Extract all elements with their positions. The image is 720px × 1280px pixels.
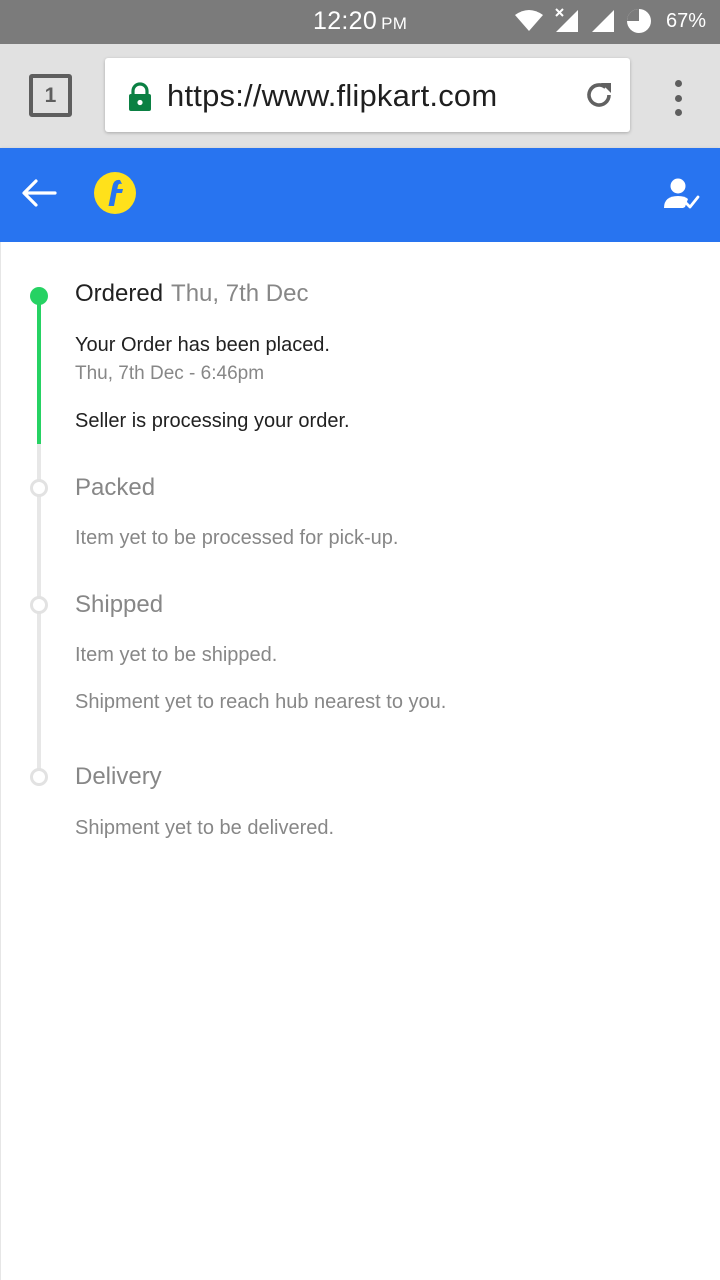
stage-ordered-date: Thu, 7th Dec xyxy=(171,280,309,307)
menu-dot xyxy=(674,80,682,87)
stage-ordered-title: Ordered Thu, 7th Dec xyxy=(75,280,308,308)
status-dot-delivery xyxy=(30,768,48,786)
signal-no-data-icon xyxy=(555,8,578,32)
wifi-icon xyxy=(514,10,543,31)
status-dot-packed xyxy=(30,479,48,497)
signal-icon xyxy=(591,10,614,32)
progress-line-completed xyxy=(37,294,41,444)
shipped-message: Item yet to be shipped. xyxy=(75,644,278,666)
delivery-message: Shipment yet to be delivered. xyxy=(75,817,335,839)
stage-shipped-title: Shipped xyxy=(75,591,164,618)
address-bar[interactable]: https://www.flipkart.com xyxy=(105,58,630,132)
tab-switcher-button[interactable]: 1 xyxy=(29,74,72,117)
status-time-value: 12:20 xyxy=(313,7,378,35)
stage-packed-title: Packed xyxy=(75,474,156,501)
browser-toolbar: 1 https://www.flipkart.com xyxy=(0,44,720,148)
status-bar: 12:20 PM 67% xyxy=(0,0,720,44)
stage-ordered-label: Ordered xyxy=(75,280,164,307)
status-time: 12:20 PM xyxy=(313,7,407,36)
flipkart-logo-icon[interactable] xyxy=(93,171,137,215)
status-dot-shipped xyxy=(30,596,48,614)
order-tracking: Ordered Thu, 7th Dec Your Order has been … xyxy=(0,242,720,1280)
status-time-ampm: PM xyxy=(381,14,408,33)
account-verified-icon[interactable] xyxy=(664,177,700,211)
shipped-hub-message: Shipment yet to reach hub nearest to you… xyxy=(75,691,447,713)
ordered-message: Your Order has been placed. xyxy=(75,334,330,356)
status-icons: 67% xyxy=(514,8,706,34)
reload-icon[interactable] xyxy=(582,78,616,112)
stage-delivery-title: Delivery xyxy=(75,763,162,790)
app-header xyxy=(0,148,720,242)
menu-dot xyxy=(674,109,682,116)
url-text[interactable]: https://www.flipkart.com xyxy=(167,78,497,114)
browser-menu-icon[interactable] xyxy=(668,80,688,116)
packed-message: Item yet to be processed for pick-up. xyxy=(75,527,399,549)
menu-dot xyxy=(674,94,682,102)
status-dot-ordered xyxy=(30,287,48,305)
ordered-timestamp: Thu, 7th Dec - 6:46pm xyxy=(75,363,265,384)
back-arrow-icon[interactable] xyxy=(20,177,58,209)
lock-icon xyxy=(129,82,151,111)
battery-icon xyxy=(626,9,651,33)
battery-percent: 67% xyxy=(665,9,706,32)
ordered-processing-message: Seller is processing your order. xyxy=(75,410,350,432)
